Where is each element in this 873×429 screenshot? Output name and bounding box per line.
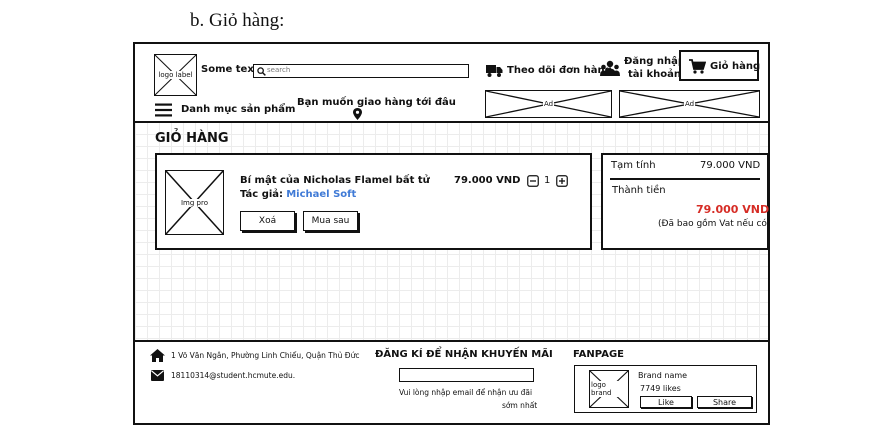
login-line-2[interactable]: tài khoản bbox=[628, 69, 681, 80]
ad-banner-1[interactable]: Ad bbox=[485, 90, 612, 118]
promo-note-line-1: Vui lòng nhập email để nhận ưu đãi bbox=[399, 388, 533, 397]
total-value: 79.000 VND bbox=[696, 203, 770, 216]
cart-button[interactable]: Giỏ hàng bbox=[679, 50, 761, 81]
brand-name: Brand name bbox=[638, 371, 688, 380]
promo-title: ĐĂNG KÍ ĐỂ NHẬN KHUYẾN MÃI bbox=[375, 349, 553, 360]
brand-likes: 7749 likes bbox=[640, 384, 681, 393]
share-button[interactable]: Share bbox=[697, 396, 752, 408]
author-name-link[interactable]: Michael Soft bbox=[286, 189, 356, 200]
cart-button-label: Giỏ hàng bbox=[710, 61, 761, 72]
total-label: Thành tiền bbox=[612, 185, 666, 196]
fanpage-title: FANPAGE bbox=[573, 349, 624, 360]
footer-address: 1 Võ Văn Ngân, Phường Linh Chiểu, Quận T… bbox=[171, 351, 360, 360]
cart-icon bbox=[689, 59, 706, 74]
footer-divider bbox=[135, 340, 768, 342]
document-heading: b. Giỏ hàng: bbox=[190, 10, 285, 31]
plus-icon[interactable] bbox=[556, 175, 568, 187]
cart-title: GIỎ HÀNG bbox=[155, 131, 229, 146]
brand-logo-placeholder[interactable]: logo brand bbox=[589, 370, 629, 408]
quantity-value[interactable]: 1 bbox=[544, 175, 550, 186]
author-prefix: Tác giả: bbox=[240, 189, 284, 200]
product-image-label: Img pro bbox=[179, 198, 209, 207]
logo-placeholder[interactable]: logo label bbox=[154, 54, 197, 96]
search-input[interactable]: search bbox=[253, 64, 469, 78]
ad-label: Ad bbox=[683, 100, 696, 108]
minus-icon[interactable] bbox=[527, 175, 539, 187]
product-author: Tác giả: Michael Soft bbox=[240, 189, 356, 200]
item-price: 79.000 VND bbox=[454, 175, 521, 186]
logo-label: logo label bbox=[157, 71, 194, 79]
login-line-1[interactable]: Đăng nhập bbox=[624, 56, 685, 67]
delivery-location-prompt[interactable]: Bạn muốn giao hàng tới đâu bbox=[297, 97, 456, 108]
search-placeholder: search bbox=[267, 66, 291, 74]
home-icon bbox=[150, 349, 165, 362]
like-button[interactable]: Like bbox=[640, 396, 692, 408]
map-pin-icon[interactable] bbox=[353, 108, 362, 120]
remove-item-button[interactable]: Xoá bbox=[240, 211, 295, 231]
vat-note: (Đã bao gồm Vat nếu có) bbox=[658, 219, 771, 229]
category-menu-label[interactable]: Danh mục sản phẩm bbox=[181, 104, 295, 115]
product-name[interactable]: Bí mật của Nicholas Flamel bất tử bbox=[240, 175, 430, 186]
footer-email[interactable]: 18110314@student.hcmute.edu. bbox=[171, 371, 295, 380]
hamburger-menu-icon[interactable] bbox=[155, 103, 172, 117]
header-divider bbox=[135, 121, 768, 123]
ad-banner-2[interactable]: Ad bbox=[619, 90, 760, 118]
subtotal-value: 79.000 VND bbox=[700, 160, 761, 171]
header-some-text: Some text bbox=[201, 64, 259, 75]
track-orders-link[interactable]: Theo dõi đơn hàng bbox=[507, 65, 612, 76]
brand-logo-label: logo brand bbox=[590, 381, 628, 397]
summary-divider bbox=[610, 178, 760, 180]
ad-label: Ad bbox=[542, 100, 555, 108]
promo-note-line-2: sớm nhất bbox=[502, 401, 538, 410]
promo-email-input[interactable] bbox=[399, 368, 534, 382]
subtotal-label: Tạm tính bbox=[611, 160, 656, 171]
mail-icon bbox=[151, 370, 164, 381]
users-icon[interactable] bbox=[600, 60, 620, 77]
truck-icon[interactable] bbox=[486, 64, 503, 78]
buy-later-button[interactable]: Mua sau bbox=[303, 211, 358, 231]
product-image-placeholder[interactable]: Img pro bbox=[165, 170, 224, 235]
search-icon bbox=[257, 67, 266, 76]
